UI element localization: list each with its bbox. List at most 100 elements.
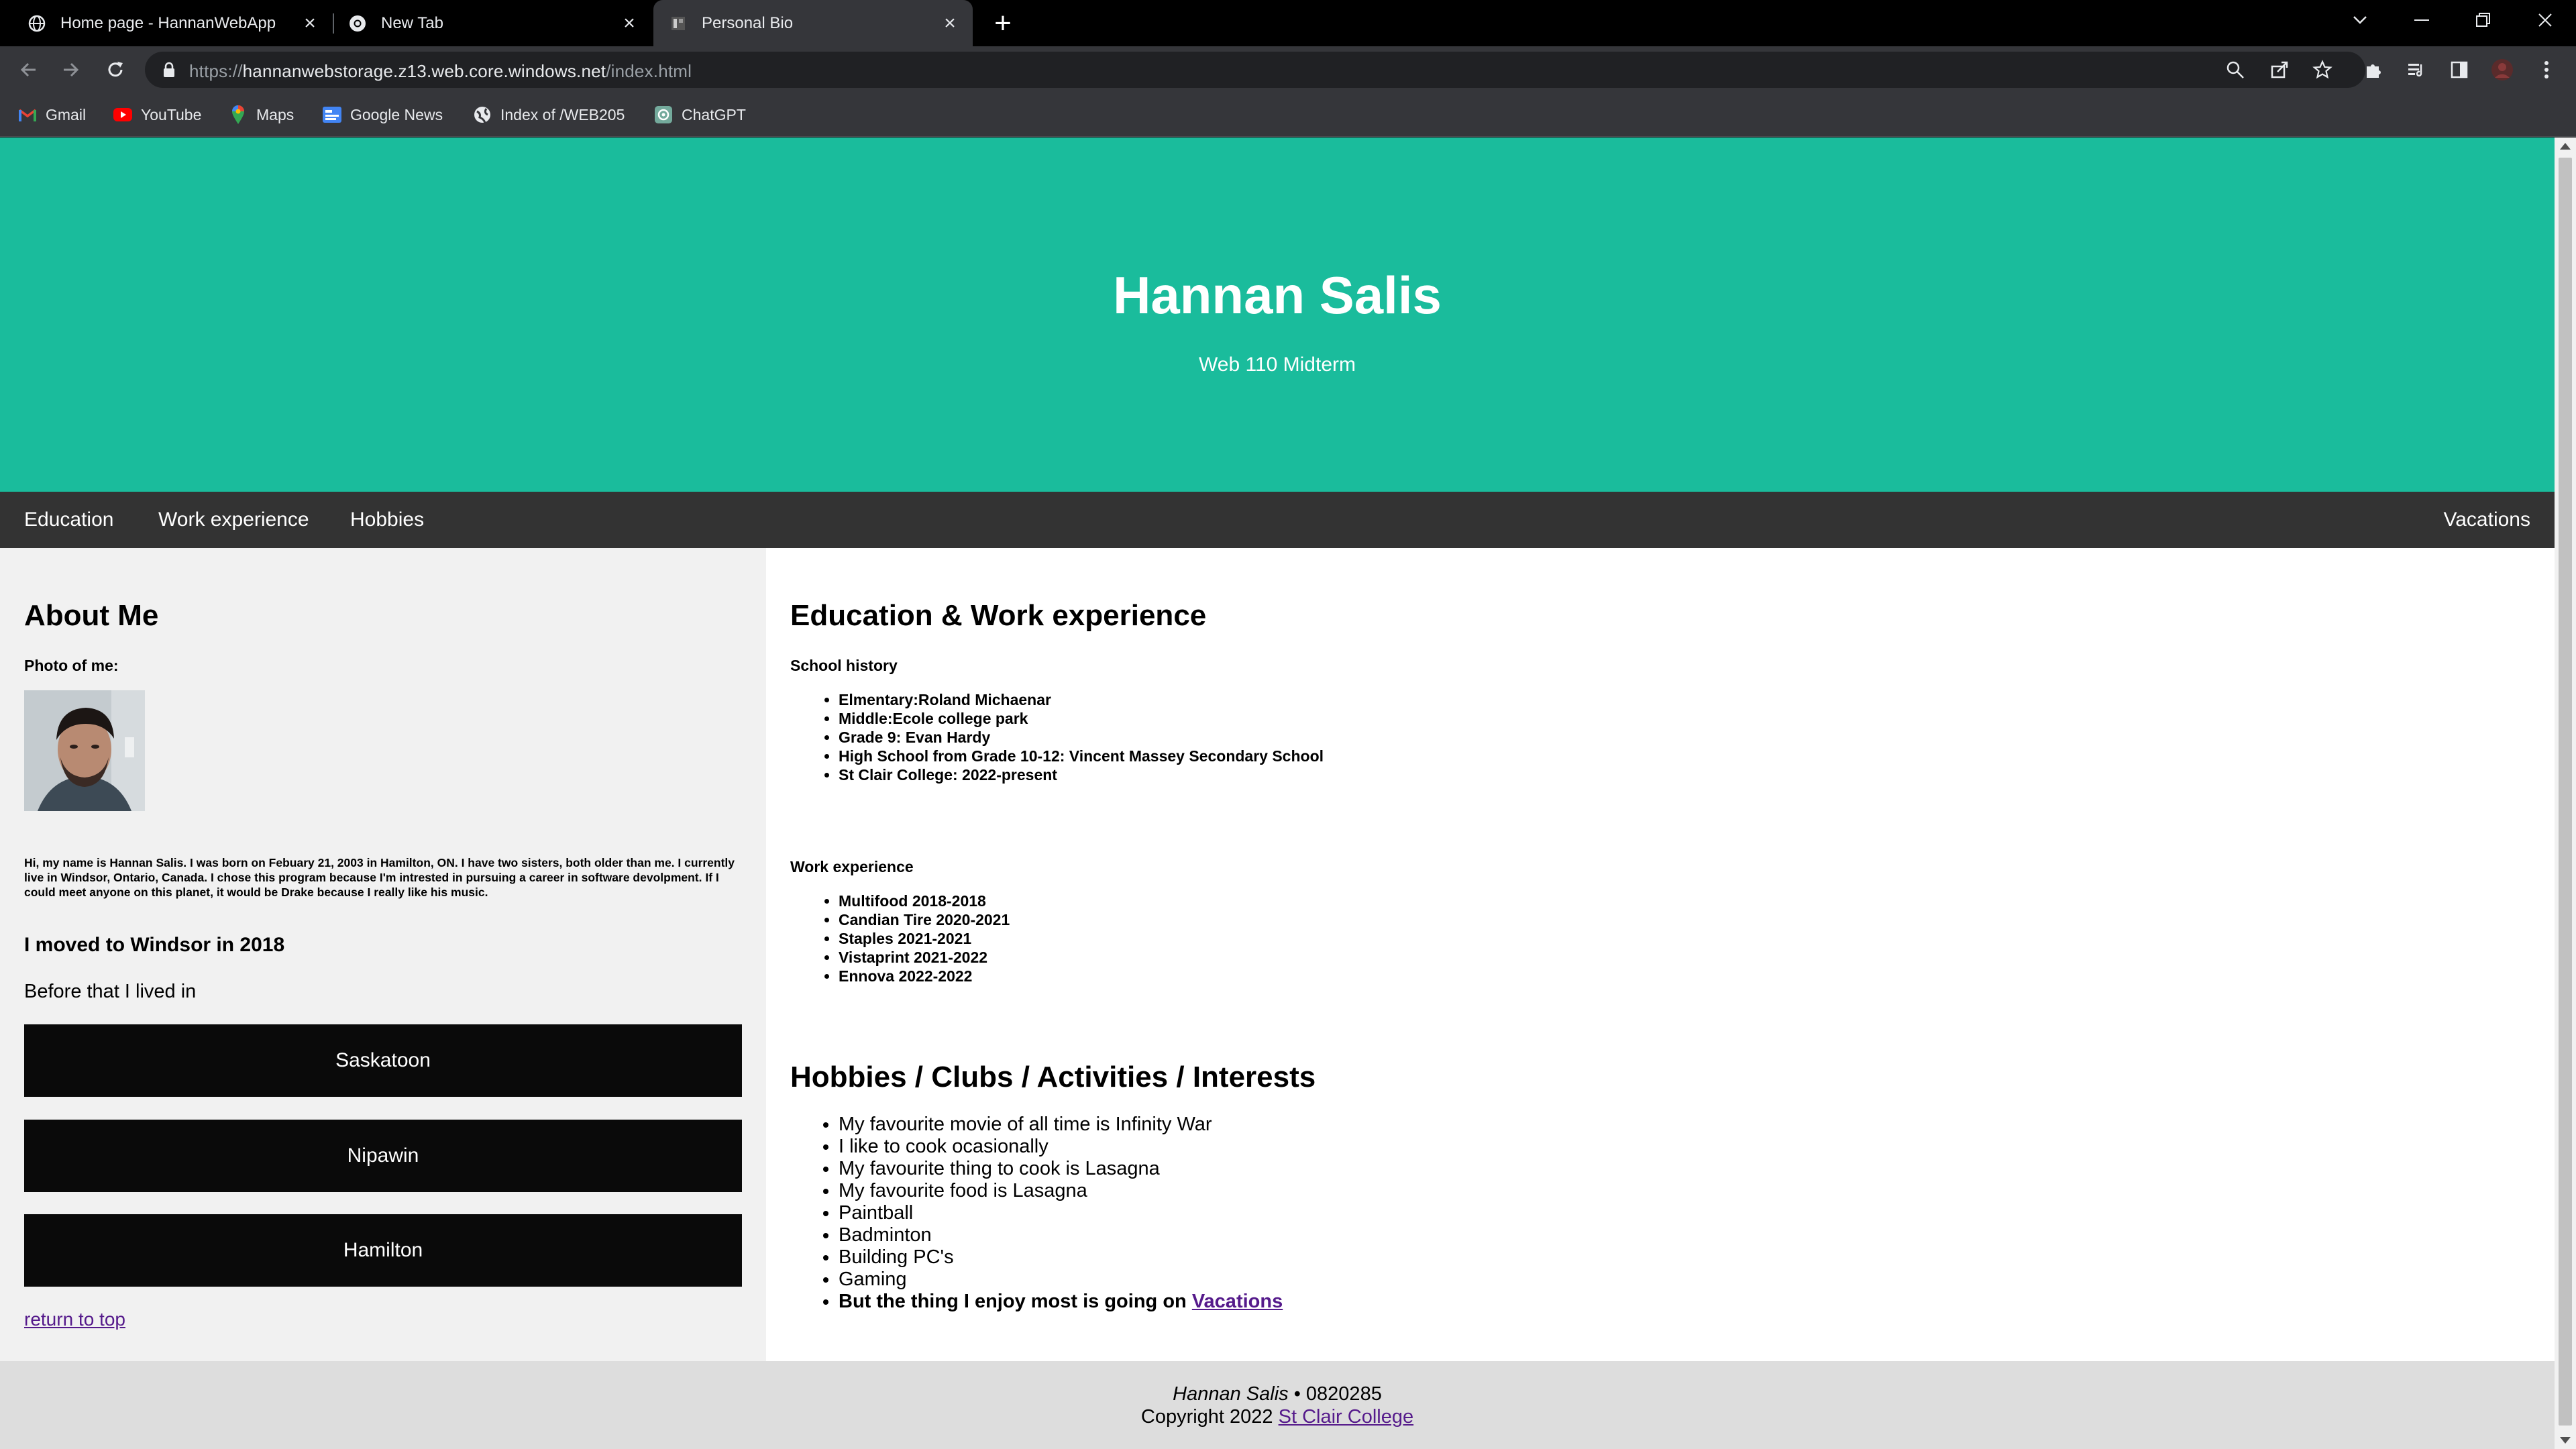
tab-home-page[interactable]: Home page - HannanWebApp × <box>0 0 333 46</box>
bookmark-label: Google News <box>350 105 443 123</box>
vacations-link[interactable]: Vacations <box>1192 1291 1283 1312</box>
profile-photo <box>24 690 145 811</box>
globe-icon <box>27 13 47 34</box>
photo-label: Photo of me: <box>24 657 119 674</box>
minimize-button[interactable] <box>2391 0 2453 40</box>
url-path: /index.html <box>606 61 692 81</box>
bookmark-youtube[interactable]: YouTube <box>113 103 201 127</box>
list-item: St Clair College: 2022-present <box>839 765 1324 784</box>
list-item: My favourite thing to cook is Lasagna <box>839 1158 1283 1180</box>
nav-link-work-experience[interactable]: Work experience <box>134 492 333 548</box>
city-block-nipawin: Nipawin <box>24 1120 742 1192</box>
scrollbar-thumb[interactable] <box>2559 158 2572 1426</box>
list-item: My favourite movie of all time is Infini… <box>839 1114 1283 1136</box>
before-text: Before that I lived in <box>24 981 197 1002</box>
bookmark-maps[interactable]: Maps <box>228 103 294 127</box>
list-item: Staples 2021-2021 <box>839 929 1010 948</box>
page-viewport: Hannan Salis Web 110 Midterm Education W… <box>0 138 2555 1449</box>
profile-avatar[interactable] <box>2486 54 2518 86</box>
list-item: Badminton <box>839 1224 1283 1246</box>
tab-new-tab[interactable]: New Tab × <box>334 0 652 46</box>
news-icon <box>322 105 342 125</box>
bio-text: Hi, my name is Hannan Salis. I was born … <box>24 856 735 899</box>
footer-copyright: Copyright 2022 St Clair College <box>0 1406 2555 1428</box>
city-block-saskatoon: Saskatoon <box>24 1024 742 1097</box>
address-bar[interactable]: https://hannanwebstorage.z13.web.core.wi… <box>145 52 2365 88</box>
list-item: My favourite food is Lasagna <box>839 1180 1283 1202</box>
share-icon[interactable] <box>2269 59 2290 80</box>
nav-link-hobbies[interactable]: Hobbies <box>326 492 448 548</box>
reload-button[interactable] <box>99 54 131 86</box>
nav-link-education[interactable]: Education <box>0 492 138 548</box>
youtube-icon <box>113 105 133 125</box>
scroll-up-arrow[interactable] <box>2560 143 2571 150</box>
bookmark-label: Gmail <box>46 105 87 123</box>
tab-search-icon[interactable] <box>2329 0 2391 40</box>
bookmark-chatgpt[interactable]: ChatGPT <box>653 103 746 127</box>
bookmark-label: YouTube <box>141 105 202 123</box>
page-footer: Hannan Salis • 0820285 Copyright 2022 St… <box>0 1361 2555 1449</box>
bookmark-gmail[interactable]: Gmail <box>17 103 86 127</box>
bookmark-star-icon[interactable] <box>2312 59 2333 80</box>
url-scheme: https:// <box>189 61 243 81</box>
nav-link-vacations[interactable]: Vacations <box>2419 492 2555 548</box>
return-to-top-link[interactable]: return to top <box>24 1309 125 1330</box>
bookmark-label: ChatGPT <box>682 105 746 123</box>
zoom-icon[interactable] <box>2224 59 2246 80</box>
list-item: Building PC's <box>839 1246 1283 1269</box>
chatgpt-icon <box>653 105 674 125</box>
scroll-down-arrow[interactable] <box>2560 1437 2571 1444</box>
lock-icon[interactable] <box>162 62 176 81</box>
new-tab-button[interactable]: + <box>987 7 1018 40</box>
school-history-heading: School history <box>790 657 898 674</box>
footer-student-id: • 0820285 <box>1288 1383 1382 1405</box>
list-item: High School from Grade 10-12: Vincent Ma… <box>839 747 1324 765</box>
page-subtitle: Web 110 Midterm <box>1199 354 1356 376</box>
hobbies-list: My favourite movie of all time is Infini… <box>839 1114 1283 1313</box>
browser-toolbar: https://hannanwebstorage.z13.web.core.wi… <box>0 46 2576 93</box>
list-item: Candian Tire 2020-2021 <box>839 910 1010 929</box>
bookmark-label: Index of /WEB205 <box>500 105 625 123</box>
side-panel-icon[interactable] <box>2443 54 2475 86</box>
close-tab-icon[interactable]: × <box>938 11 962 36</box>
list-item: Elmentary:Roland Michaenar <box>839 690 1324 709</box>
school-list: Elmentary:Roland Michaenar Middle:Ecole … <box>839 690 1324 784</box>
page-header: Hannan Salis Web 110 Midterm <box>0 138 2555 492</box>
moved-heading: I moved to Windsor in 2018 <box>24 934 285 956</box>
list-item: Vistaprint 2021-2022 <box>839 948 1010 967</box>
work-experience-heading: Work experience <box>790 858 914 875</box>
gmail-icon <box>17 105 38 125</box>
vertical-scrollbar[interactable] <box>2555 138 2576 1449</box>
menu-kebab-icon[interactable] <box>2530 54 2563 86</box>
list-item: Grade 9: Evan Hardy <box>839 728 1324 747</box>
list-item: But the thing I enjoy most is going on V… <box>839 1291 1283 1313</box>
list-item: Multifood 2018-2018 <box>839 892 1010 910</box>
college-link[interactable]: St Clair College <box>1279 1406 1413 1428</box>
page-icon <box>668 13 688 34</box>
list-item: Middle:Ecole college park <box>839 709 1324 728</box>
page-title: Hannan Salis <box>1113 266 1442 325</box>
restore-button[interactable] <box>2453 0 2514 40</box>
url-host: hannanwebstorage.z13.web.core.windows.ne… <box>242 61 606 81</box>
extensions-icon[interactable] <box>2357 54 2390 86</box>
list-item: Gaming <box>839 1269 1283 1291</box>
bookmark-index-web205[interactable]: Index of /WEB205 <box>472 103 625 127</box>
globe-icon <box>472 105 492 125</box>
close-tab-icon[interactable]: × <box>298 11 322 36</box>
close-tab-icon[interactable]: × <box>617 11 641 36</box>
maps-icon <box>228 105 248 125</box>
bookmark-google-news[interactable]: Google News <box>322 103 443 127</box>
close-window-button[interactable] <box>2514 0 2576 40</box>
work-list: Multifood 2018-2018 Candian Tire 2020-20… <box>839 892 1010 985</box>
top-nav: Education Work experience Hobbies Vacati… <box>0 492 2555 548</box>
forward-button[interactable] <box>55 54 87 86</box>
bookmarks-bar: Gmail YouTube Maps Google News Index of … <box>0 93 2576 137</box>
footer-author: Hannan Salis • 0820285 <box>0 1383 2555 1405</box>
back-button[interactable] <box>12 54 44 86</box>
media-playlist-icon[interactable] <box>2400 54 2432 86</box>
education-work-heading: Education & Work experience <box>790 599 1207 632</box>
hobbies-heading: Hobbies / Clubs / Activities / Interests <box>790 1061 1316 1093</box>
copyright-text: Copyright 2022 <box>1140 1406 1279 1428</box>
tab-title: Home page - HannanWebApp <box>60 13 276 32</box>
tab-personal-bio[interactable]: Personal Bio × <box>653 0 973 46</box>
